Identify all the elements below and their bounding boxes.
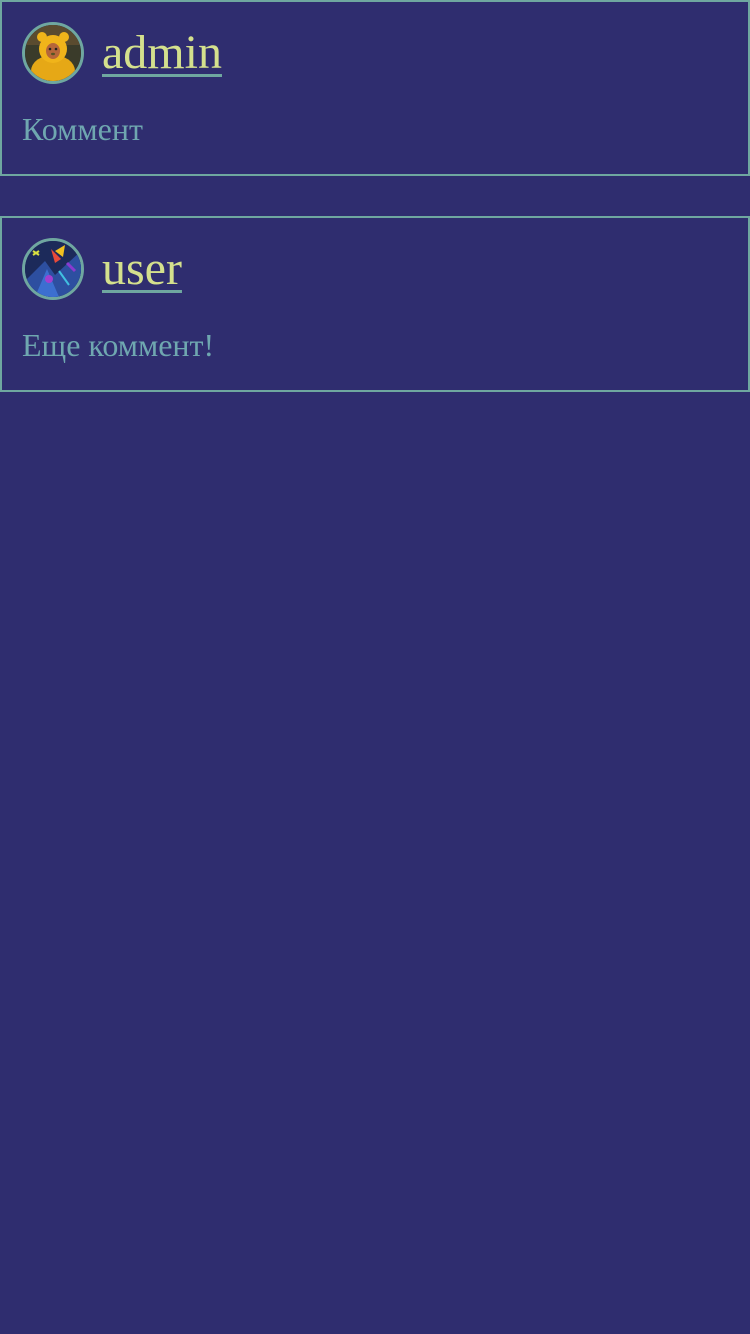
comment-header: user [22, 238, 182, 300]
comment-list: admin Коммент user Еще коммент! [0, 0, 750, 392]
comment-card: user Еще коммент! [0, 216, 750, 392]
username-link[interactable]: admin [102, 29, 222, 77]
comment-header: admin [22, 22, 222, 84]
comment-text: Еще коммент! [22, 327, 215, 363]
avatar[interactable] [22, 238, 84, 300]
comment-text: Коммент [22, 111, 143, 147]
comment-card: admin Коммент [0, 0, 750, 176]
avatar[interactable] [22, 22, 84, 84]
colorful-abstract-avatar-icon [25, 241, 81, 297]
username-link[interactable]: user [102, 245, 182, 293]
bear-costume-avatar-icon [25, 25, 81, 81]
